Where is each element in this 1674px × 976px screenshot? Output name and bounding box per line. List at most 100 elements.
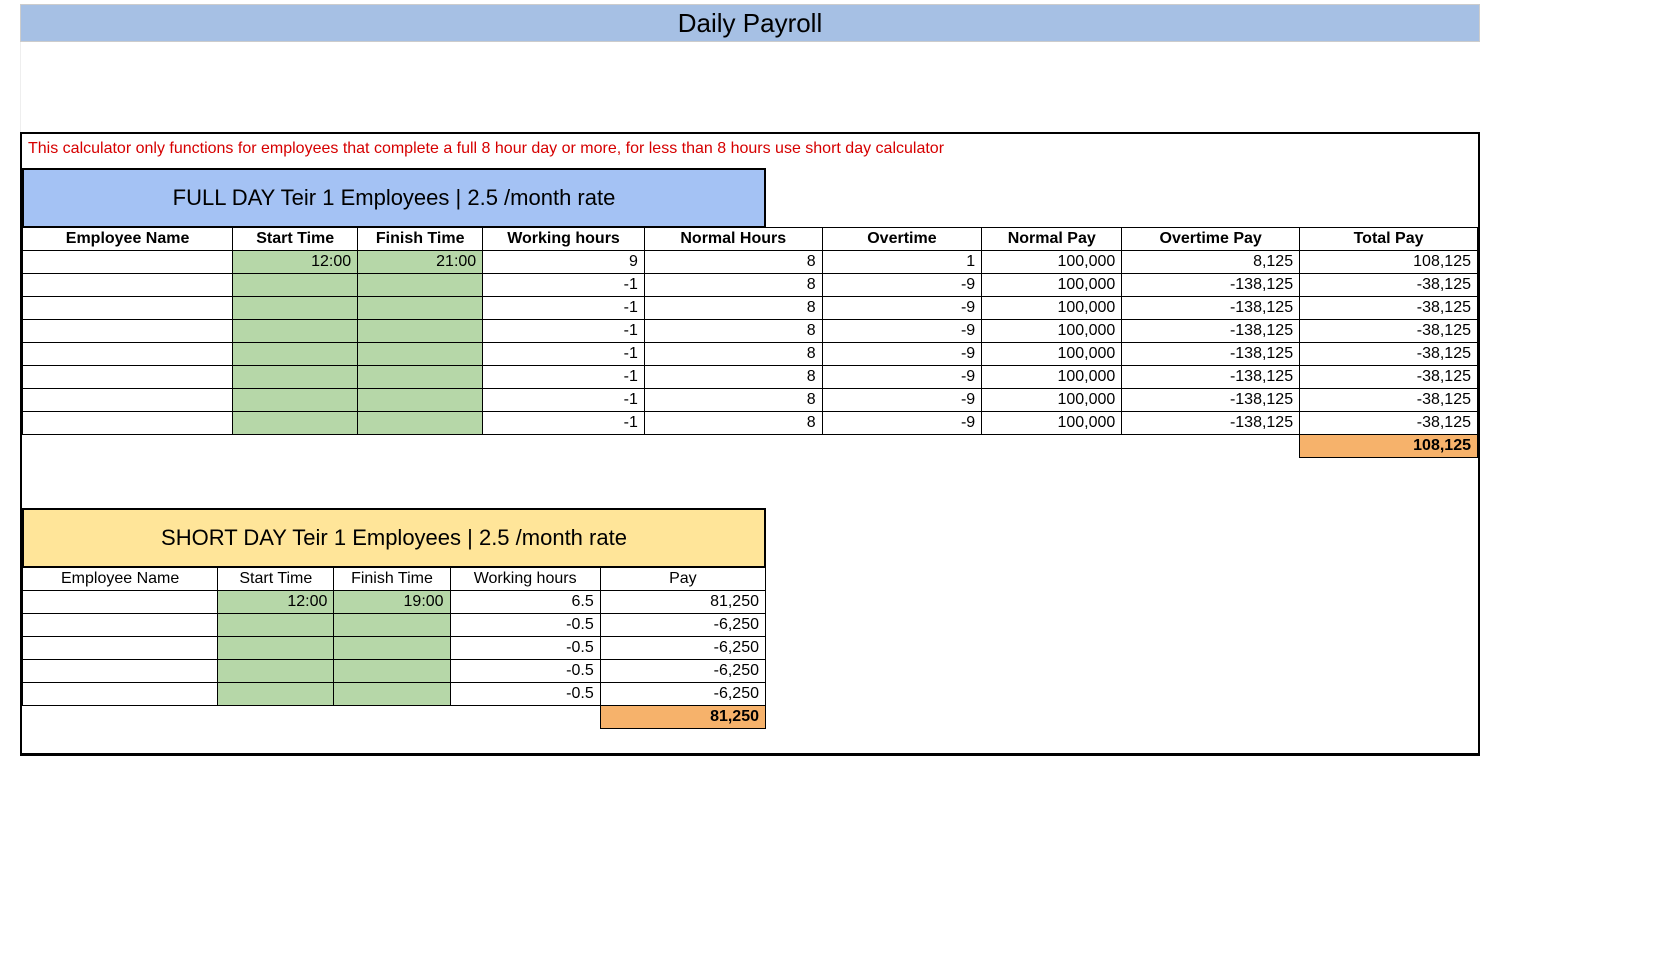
cell-normal: 8	[644, 251, 822, 274]
col-header-finish: Finish Time	[334, 568, 450, 591]
cell-finish[interactable]	[334, 683, 450, 706]
col-header-finish: Finish Time	[358, 228, 483, 251]
cell-start[interactable]	[233, 274, 358, 297]
cell-emp[interactable]	[23, 389, 233, 412]
cell-over: -9	[822, 389, 982, 412]
cell-start[interactable]	[233, 389, 358, 412]
cell-emp[interactable]	[23, 274, 233, 297]
full-day-total-row: 108,125	[23, 435, 1478, 458]
cell-over: -9	[822, 274, 982, 297]
full-day-total: 108,125	[1300, 435, 1478, 458]
cell-tpay: -38,125	[1300, 320, 1478, 343]
cell-finish[interactable]	[358, 366, 483, 389]
cell-work: -1	[483, 320, 645, 343]
cell-tpay: -38,125	[1300, 366, 1478, 389]
cell-normal: 8	[644, 412, 822, 435]
cell-npay: 100,000	[982, 251, 1122, 274]
cell-npay: 100,000	[982, 343, 1122, 366]
cell-npay: 100,000	[982, 320, 1122, 343]
cell-over: -9	[822, 343, 982, 366]
cell-opay: -138,125	[1122, 389, 1300, 412]
cell-work: -1	[483, 389, 645, 412]
cell-work: -1	[483, 366, 645, 389]
note-text: This calculator only functions for emplo…	[22, 134, 1478, 168]
cell-finish[interactable]	[358, 412, 483, 435]
cell-tpay: -38,125	[1300, 389, 1478, 412]
cell-tpay: -38,125	[1300, 343, 1478, 366]
cell-start[interactable]	[233, 343, 358, 366]
cell-over: -9	[822, 366, 982, 389]
cell-start[interactable]	[233, 366, 358, 389]
cell-over: -9	[822, 412, 982, 435]
cell-emp[interactable]	[23, 683, 218, 706]
cell-start[interactable]: 12:00	[218, 591, 334, 614]
cell-tpay: -38,125	[1300, 297, 1478, 320]
cell-pay: -6,250	[600, 683, 765, 706]
cell-start[interactable]	[233, 297, 358, 320]
cell-opay: 8,125	[1122, 251, 1300, 274]
cell-finish[interactable]	[358, 343, 483, 366]
cell-pay: 81,250	[600, 591, 765, 614]
cell-finish[interactable]	[334, 614, 450, 637]
cell-normal: 8	[644, 366, 822, 389]
short-day-total-row: 81,250	[23, 706, 766, 729]
cell-start[interactable]	[218, 637, 334, 660]
cell-opay: -138,125	[1122, 297, 1300, 320]
table-row: -18-9100,000-138,125-38,125	[23, 297, 1478, 320]
col-header-tpay: Total Pay	[1300, 228, 1478, 251]
cell-normal: 8	[644, 320, 822, 343]
cell-emp[interactable]	[23, 614, 218, 637]
cell-work: -0.5	[450, 660, 600, 683]
cell-npay: 100,000	[982, 274, 1122, 297]
col-header-over: Overtime	[822, 228, 982, 251]
col-header-normal: Normal Hours	[644, 228, 822, 251]
cell-emp[interactable]	[23, 637, 218, 660]
table-row: -0.5-6,250	[23, 614, 766, 637]
table-row: -18-9100,000-138,125-38,125	[23, 366, 1478, 389]
table-row: -18-9100,000-138,125-38,125	[23, 389, 1478, 412]
table-row: -0.5-6,250	[23, 683, 766, 706]
cell-work: -1	[483, 343, 645, 366]
cell-start[interactable]	[218, 683, 334, 706]
cell-npay: 100,000	[982, 366, 1122, 389]
cell-emp[interactable]	[23, 251, 233, 274]
cell-work: -1	[483, 274, 645, 297]
table-row: -18-9100,000-138,125-38,125	[23, 320, 1478, 343]
cell-work: -0.5	[450, 614, 600, 637]
cell-emp[interactable]	[23, 366, 233, 389]
cell-start[interactable]	[218, 614, 334, 637]
cell-opay: -138,125	[1122, 320, 1300, 343]
cell-finish[interactable]	[358, 320, 483, 343]
cell-npay: 100,000	[982, 297, 1122, 320]
col-header-start: Start Time	[218, 568, 334, 591]
cell-finish[interactable]	[358, 297, 483, 320]
short-day-total: 81,250	[600, 706, 765, 729]
cell-emp[interactable]	[23, 297, 233, 320]
cell-start[interactable]	[233, 412, 358, 435]
col-header-work: Working hours	[450, 568, 600, 591]
cell-finish[interactable]	[358, 389, 483, 412]
cell-tpay: -38,125	[1300, 274, 1478, 297]
cell-work: -1	[483, 297, 645, 320]
cell-finish[interactable]	[334, 637, 450, 660]
cell-finish[interactable]: 19:00	[334, 591, 450, 614]
cell-start[interactable]: 12:00	[233, 251, 358, 274]
cell-start[interactable]	[218, 660, 334, 683]
cell-finish[interactable]	[334, 660, 450, 683]
short-day-header-row: Employee Name Start Time Finish Time Wor…	[23, 568, 766, 591]
table-row: -18-9100,000-138,125-38,125	[23, 412, 1478, 435]
cell-emp[interactable]	[23, 412, 233, 435]
cell-normal: 8	[644, 389, 822, 412]
table-row: -0.5-6,250	[23, 637, 766, 660]
cell-finish[interactable]: 21:00	[358, 251, 483, 274]
cell-emp[interactable]	[23, 320, 233, 343]
cell-work: -0.5	[450, 637, 600, 660]
cell-emp[interactable]	[23, 660, 218, 683]
cell-finish[interactable]	[358, 274, 483, 297]
page-title: Daily Payroll	[20, 4, 1480, 42]
cell-opay: -138,125	[1122, 343, 1300, 366]
cell-start[interactable]	[233, 320, 358, 343]
cell-emp[interactable]	[23, 343, 233, 366]
cell-work: 6.5	[450, 591, 600, 614]
cell-emp[interactable]	[23, 591, 218, 614]
